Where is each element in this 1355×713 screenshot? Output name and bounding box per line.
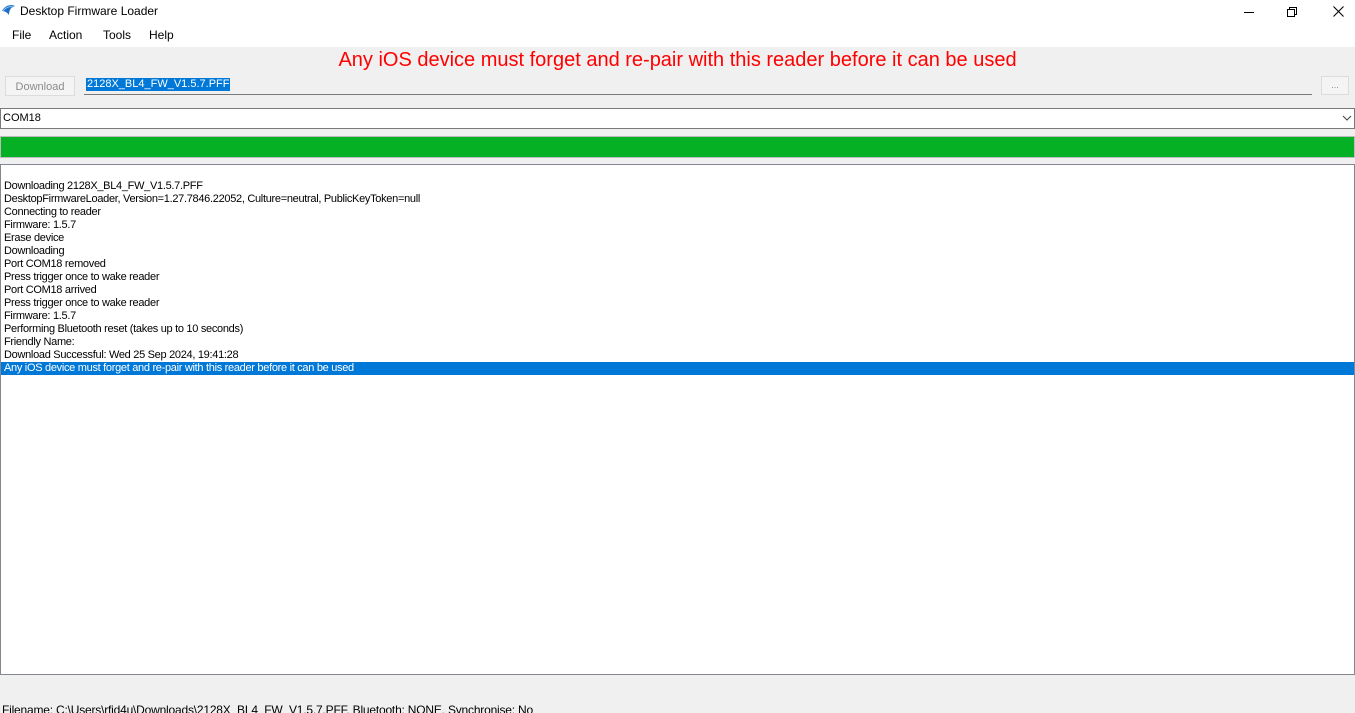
log-line[interactable]: Firmware: 1.5.7 — [1, 310, 1354, 323]
log-line[interactable]: Friendly Name: — [1, 336, 1354, 349]
log-line[interactable]: Any iOS device must forget and re-pair w… — [1, 362, 1354, 375]
close-icon — [1332, 6, 1344, 17]
restore-icon — [1287, 6, 1297, 17]
menu-help[interactable]: Help — [149, 28, 174, 42]
menu-action[interactable]: Action — [49, 28, 82, 42]
com-port-select[interactable]: COM18 — [0, 108, 1355, 129]
chevron-down-icon — [1342, 115, 1352, 121]
warning-banner: Any iOS device must forget and re-pair w… — [338, 49, 1017, 71]
log-line[interactable]: Connecting to reader — [1, 206, 1354, 219]
app-logo-icon — [2, 5, 15, 15]
firmware-file-field[interactable]: 2128X_BL4_FW_V1.5.7.PFF — [84, 76, 1312, 95]
title-bar: Desktop Firmware Loader — [0, 0, 1355, 23]
log-line[interactable]: Download Successful: Wed 25 Sep 2024, 19… — [1, 349, 1354, 362]
menu-tools[interactable]: Tools — [103, 28, 131, 42]
log-line[interactable]: Port COM18 arrived — [1, 284, 1354, 297]
firmware-file-value: 2128X_BL4_FW_V1.5.7.PFF — [86, 78, 231, 91]
log-line[interactable]: DesktopFirmwareLoader, Version=1.27.7846… — [1, 193, 1354, 206]
window-title: Desktop Firmware Loader — [20, 4, 159, 18]
menu-bar: File Action Tools Help — [0, 23, 1355, 47]
log-line[interactable]: Downloading 2128X_BL4_FW_V1.5.7.PFF — [1, 180, 1354, 193]
log-list[interactable]: Downloading 2128X_BL4_FW_V1.5.7.PFF Deskt… — [0, 164, 1355, 675]
log-line[interactable]: Press trigger once to wake reader — [1, 297, 1354, 310]
log-line[interactable]: Port COM18 removed — [1, 258, 1354, 271]
browse-button[interactable]: ... — [1321, 76, 1349, 95]
log-line[interactable]: Performing Bluetooth reset (takes up to … — [1, 323, 1354, 336]
minimize-icon — [1244, 11, 1254, 13]
restore-button[interactable] — [1269, 0, 1315, 23]
close-button[interactable] — [1315, 0, 1355, 23]
log-line[interactable]: Press trigger once to wake reader — [1, 271, 1354, 284]
minimize-button[interactable] — [1226, 0, 1272, 23]
log-line[interactable]: Downloading — [1, 245, 1354, 258]
log-line[interactable]: Firmware: 1.5.7 — [1, 219, 1354, 232]
log-line[interactable]: Erase device — [1, 232, 1354, 245]
download-button[interactable]: Download — [5, 76, 75, 96]
menu-file[interactable]: File — [12, 28, 31, 42]
progress-fill — [1, 137, 1354, 157]
status-bar: Filename: C:\Users\rfid4u\Downloads\2128… — [0, 698, 1355, 713]
progress-bar — [0, 136, 1355, 158]
com-port-value: COM18 — [3, 112, 41, 124]
status-text: Filename: C:\Users\rfid4u\Downloads\2128… — [2, 703, 533, 713]
